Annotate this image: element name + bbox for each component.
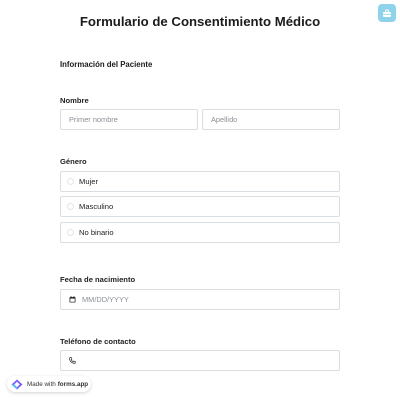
last-name-placeholder: Apellido bbox=[211, 115, 238, 124]
radio-circle-icon bbox=[67, 178, 74, 185]
birthdate-input[interactable]: MM/DD/YYYY bbox=[60, 289, 340, 310]
badge-prefix: Made with bbox=[27, 380, 56, 388]
gender-option-label: Masculino bbox=[79, 202, 114, 211]
gender-option-masculino[interactable]: Masculino bbox=[60, 196, 340, 217]
last-name-input[interactable]: Apellido bbox=[202, 109, 340, 130]
toolbox-icon bbox=[383, 9, 391, 17]
gender-option-label: No binario bbox=[79, 228, 114, 237]
radio-circle-icon bbox=[67, 203, 74, 210]
section-title: Información del Paciente bbox=[60, 60, 153, 69]
calendar-icon bbox=[69, 296, 76, 303]
forms-app-logo-icon bbox=[11, 379, 23, 390]
gender-option-mujer[interactable]: Mujer bbox=[60, 171, 340, 192]
first-name-input[interactable]: Primer nombre bbox=[60, 109, 198, 130]
form-page: Formulario de Consentimiento Médico Info… bbox=[0, 0, 400, 400]
gender-label: Género bbox=[60, 157, 87, 166]
phone-label: Teléfono de contacto bbox=[60, 337, 136, 346]
phone-icon bbox=[69, 357, 76, 364]
badge-brand: forms.app bbox=[57, 380, 89, 388]
corner-action-button[interactable] bbox=[378, 4, 396, 22]
made-with-badge[interactable]: Made with forms.app bbox=[7, 376, 91, 392]
first-name-placeholder: Primer nombre bbox=[69, 115, 118, 124]
phone-input[interactable] bbox=[60, 350, 340, 371]
birthdate-label: Fecha de nacimiento bbox=[60, 275, 136, 284]
form-title: Formulario de Consentimiento Médico bbox=[79, 14, 321, 29]
radio-circle-icon bbox=[67, 229, 74, 236]
name-label: Nombre bbox=[60, 96, 89, 105]
gender-option-label: Mujer bbox=[79, 177, 98, 186]
gender-option-no-binario[interactable]: No binario bbox=[60, 222, 340, 243]
birthdate-placeholder: MM/DD/YYYY bbox=[82, 295, 129, 304]
